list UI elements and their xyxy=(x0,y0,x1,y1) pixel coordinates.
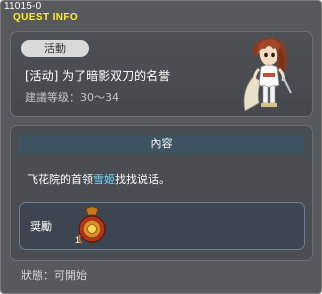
npc-name-link[interactable]: 雪姬 xyxy=(93,173,115,186)
content-header: 內容 xyxy=(18,134,305,154)
reward-medal-icon[interactable]: 1 xyxy=(72,205,112,247)
window-title: QUEST INFO xyxy=(13,12,79,23)
quest-level: 建議等级：30～34 xyxy=(25,91,119,104)
reward-label: 奨勵 xyxy=(30,220,52,233)
content-text-after: 找找说话。 xyxy=(115,173,170,186)
category-badge: 活動 xyxy=(21,40,89,57)
content-text-before: 飞花院的首领 xyxy=(27,173,93,186)
quest-status: 狀態：可開始 xyxy=(21,269,87,282)
quest-info-window: 11015-0 QUEST INFO 活動 [活动] 为了暗影双刀的名誉 建議等… xyxy=(0,0,322,294)
reward-box: 奨勵 1 xyxy=(19,202,305,250)
quest-summary-card: 活動 [活动] 为了暗影双刀的名誉 建議等级：30～34 xyxy=(10,31,313,117)
reward-item-count: 1 xyxy=(75,235,80,245)
npc-portrait-icon xyxy=(243,37,292,112)
content-text: 飞花院的首领雪姬找找说话。 xyxy=(27,171,170,187)
window-id: 11015-0 xyxy=(4,1,42,12)
quest-title: [活动] 为了暗影双刀的名誉 xyxy=(25,69,171,83)
quest-content-panel: 內容 飞花院的首领雪姬找找说话。 奨勵 1 xyxy=(10,125,313,261)
